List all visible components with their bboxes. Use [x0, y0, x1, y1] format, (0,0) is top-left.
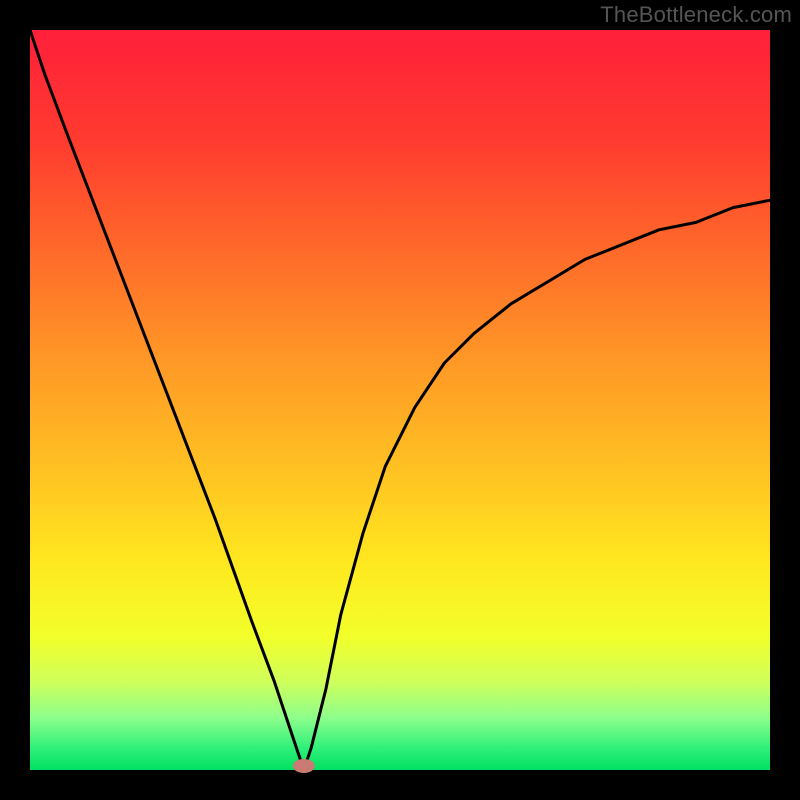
- chart-container: TheBottleneck.com: [0, 0, 800, 800]
- bottleneck-chart: [0, 0, 800, 800]
- optimal-marker: [293, 759, 315, 773]
- watermark-text: TheBottleneck.com: [600, 2, 792, 28]
- plot-background: [30, 30, 770, 770]
